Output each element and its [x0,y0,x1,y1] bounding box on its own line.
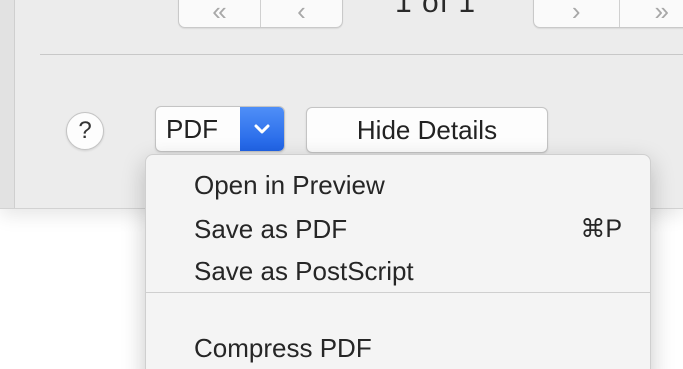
menu-item-label: Open in Preview [194,170,385,200]
help-label: ? [78,117,92,144]
menu-item-shortcut: ⌘P [580,215,622,243]
menu-separator [146,292,650,293]
help-button[interactable]: ? [66,112,104,150]
pdf-button-label: PDF [166,114,218,144]
pdf-menu-button[interactable]: PDF [155,106,285,152]
page-nav-back-group: « ‹ [178,0,343,28]
chevron-left-icon: ‹ [297,0,306,26]
menu-item-save-as-pdf[interactable]: Save as PDF ⌘P [146,209,650,249]
chevron-down-icon [254,124,270,134]
menu-item-save-as-postscript[interactable]: Save as PostScript [146,251,650,291]
menu-item-label: Save as PDF [194,214,348,244]
first-page-button[interactable]: « [179,0,260,27]
next-page-button[interactable]: › [534,0,619,27]
page-nav-forward-group: › » [533,0,683,28]
previous-page-button[interactable]: ‹ [260,0,342,27]
pdf-dropdown-arrow[interactable] [240,107,284,151]
menu-item-compress-pdf[interactable]: Compress PDF [146,328,650,368]
pdf-dropdown-menu: Open in Preview Save as PDF ⌘P Save as P… [145,154,651,369]
double-chevron-left-icon: « [212,0,227,26]
menu-item-label: Save as PostScript [194,256,414,286]
section-divider [40,54,683,55]
page-indicator: 1 of 1 [395,0,477,19]
print-dialog-screen: « ‹ 1 of 1 › » ? PDF Hide Details Open i… [0,0,683,369]
menu-item-label: Compress PDF [194,333,372,363]
last-page-button[interactable]: » [618,0,683,27]
chevron-right-icon: › [571,0,581,26]
double-chevron-right-icon: » [654,0,669,26]
dialog-edge [0,0,15,208]
hide-details-button[interactable]: Hide Details [306,107,548,153]
menu-item-open-in-preview[interactable]: Open in Preview [146,165,650,205]
